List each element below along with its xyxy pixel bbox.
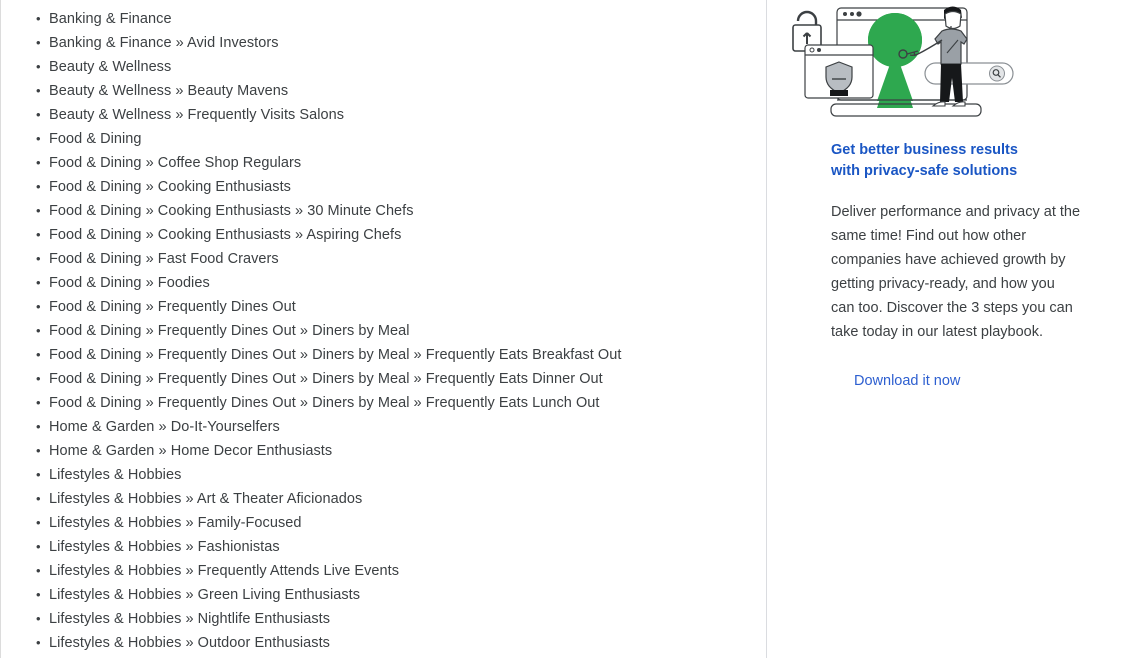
promo-cta-container: Download it now (831, 372, 1095, 390)
list-item-label: Food & Dining » Cooking Enthusiasts » As… (49, 227, 402, 243)
list-item: • Beauty & Wellness (19, 55, 766, 79)
bullet-icon: • (36, 35, 41, 50)
list-item-label: Home & Garden » Home Decor Enthusiasts (49, 443, 333, 459)
list-item: • Home & Garden » Do-It-Yourselfers (19, 415, 766, 439)
list-item: • Beauty & Wellness » Beauty Mavens (19, 79, 766, 103)
bullet-icon: • (36, 563, 41, 578)
promo-heading-link[interactable]: Get better business results with privacy… (831, 140, 1046, 182)
bullet-icon: • (36, 59, 41, 74)
download-it-now-link[interactable]: Download it now (854, 373, 960, 389)
list-item-label: Lifestyles & Hobbies » Fashionistas (49, 539, 280, 555)
list-item-label: Lifestyles & Hobbies » Nightlife Enthusi… (49, 611, 331, 627)
list-item: • Food & Dining » Coffee Shop Regulars (19, 151, 766, 175)
list-item: • Lifestyles & Hobbies (19, 463, 766, 487)
bullet-icon: • (36, 299, 41, 314)
list-item-label: Food & Dining » Fast Food Cravers (49, 251, 279, 267)
bullet-icon: • (36, 323, 41, 338)
list-item-label: Food & Dining » Frequently Dines Out » D… (49, 347, 622, 363)
list-item-label: Food & Dining » Cooking Enthusiasts (49, 179, 291, 195)
list-item-label: Lifestyles & Hobbies » Frequently Attend… (49, 563, 400, 579)
list-item: • Food & Dining » Frequently Dines Out » … (19, 391, 766, 415)
bullet-icon: • (36, 179, 41, 194)
bullet-icon: • (36, 491, 41, 506)
list-item-label: Food & Dining (49, 131, 142, 147)
list-item: • Beauty & Wellness » Frequently Visits S… (19, 103, 766, 127)
list-item: • Lifestyles & Hobbies » Nightlife Enthus… (19, 607, 766, 631)
list-item: • Lifestyles & Hobbies » Art & Theater Af… (19, 487, 766, 511)
list-item-label: Beauty & Wellness » Frequently Visits Sa… (49, 107, 345, 123)
taxonomy-list-column: • Banking & Finance • Banking & Finance » A… (0, 0, 767, 658)
privacy-keyhole-illustration (785, 0, 1025, 118)
list-item: • Food & Dining » Fast Food Cravers (19, 247, 766, 271)
list-item-label: Food & Dining » Coffee Shop Regulars (49, 155, 302, 171)
list-item-label: Lifestyles & Hobbies » Family-Focused (49, 515, 302, 531)
bullet-icon: • (36, 515, 41, 530)
list-item-label: Food & Dining » Frequently Dines Out » D… (49, 323, 410, 339)
bullet-icon: • (36, 11, 41, 26)
list-item: • Banking & Finance » Avid Investors (19, 31, 766, 55)
bullet-icon: • (36, 371, 41, 386)
list-item-label: Lifestyles & Hobbies » Green Living Enth… (49, 587, 361, 603)
list-item: • Food & Dining » Frequently Dines Out » … (19, 319, 766, 343)
list-item-label: Food & Dining » Cooking Enthusiasts » 30… (49, 203, 414, 219)
list-item-label: Food & Dining » Frequently Dines Out » D… (49, 395, 600, 411)
bullet-icon: • (36, 275, 41, 290)
list-item: • Home & Garden » Home Decor Enthusiasts (19, 439, 766, 463)
list-item: • Food & Dining » Foodies (19, 271, 766, 295)
promo-body: Get better business results with privacy… (767, 140, 1135, 390)
list-item-label: Beauty & Wellness » Beauty Mavens (49, 83, 289, 99)
bullet-icon: • (36, 587, 41, 602)
list-item-label: Banking & Finance » Avid Investors (49, 35, 279, 51)
bullet-icon: • (36, 203, 41, 218)
list-item: • Food & Dining (19, 127, 766, 151)
list-item-label: Food & Dining » Foodies (49, 275, 210, 291)
list-item: • Food & Dining » Cooking Enthusiasts » A… (19, 223, 766, 247)
bullet-icon: • (36, 419, 41, 434)
list-item: • Lifestyles & Hobbies » Fashionistas (19, 535, 766, 559)
list-item: • Lifestyles & Hobbies » Green Living Ent… (19, 583, 766, 607)
list-item-label: Lifestyles & Hobbies » Art & Theater Afi… (49, 491, 363, 507)
promo-sidebar: Get better business results with privacy… (767, 0, 1135, 658)
bullet-icon: • (36, 83, 41, 98)
list-item: • Lifestyles & Hobbies » Family-Focused (19, 511, 766, 535)
bullet-icon: • (36, 347, 41, 362)
bullet-icon: • (36, 155, 41, 170)
list-item-label: Food & Dining » Frequently Dines Out (49, 299, 296, 315)
bullet-icon: • (36, 611, 41, 626)
list-item: • Lifestyles & Hobbies » Outdoor Enthusia… (19, 631, 766, 655)
bullet-icon: • (36, 131, 41, 146)
bullet-icon: • (36, 251, 41, 266)
list-item-label: Lifestyles & Hobbies » Outdoor Enthusias… (49, 635, 330, 651)
list-item: • Lifestyles & Hobbies » Frequently Atten… (19, 559, 766, 583)
list-item: • Food & Dining » Frequently Dines Out » … (19, 367, 766, 391)
promo-description: Deliver performance and privacy at the s… (831, 204, 1081, 340)
page-root: • Banking & Finance • Banking & Finance » A… (0, 0, 1135, 658)
list-item: • Food & Dining » Cooking Enthusiasts » 3… (19, 199, 766, 223)
search-bar-illustration (924, 62, 1014, 85)
list-item-label: Food & Dining » Frequently Dines Out » D… (49, 371, 603, 387)
bullet-icon: • (36, 395, 41, 410)
list-item: • Food & Dining » Frequently Dines Out (19, 295, 766, 319)
list-item: • Food & Dining » Cooking Enthusiasts (19, 175, 766, 199)
bullet-icon: • (36, 107, 41, 122)
bullet-icon: • (36, 635, 41, 650)
list-item-label: Banking & Finance (49, 11, 172, 27)
list-item: • Banking & Finance (19, 7, 766, 31)
list-item-label: Beauty & Wellness (49, 59, 172, 75)
bullet-icon: • (36, 539, 41, 554)
bullet-icon: • (36, 443, 41, 458)
list-item: • Food & Dining » Frequently Dines Out » … (19, 343, 766, 367)
taxonomy-list: • Banking & Finance • Banking & Finance » A… (19, 0, 766, 655)
bullet-icon: • (36, 467, 41, 482)
bullet-icon: • (36, 227, 41, 242)
list-item-label: Home & Garden » Do-It-Yourselfers (49, 419, 280, 435)
list-item-label: Lifestyles & Hobbies (49, 467, 182, 483)
